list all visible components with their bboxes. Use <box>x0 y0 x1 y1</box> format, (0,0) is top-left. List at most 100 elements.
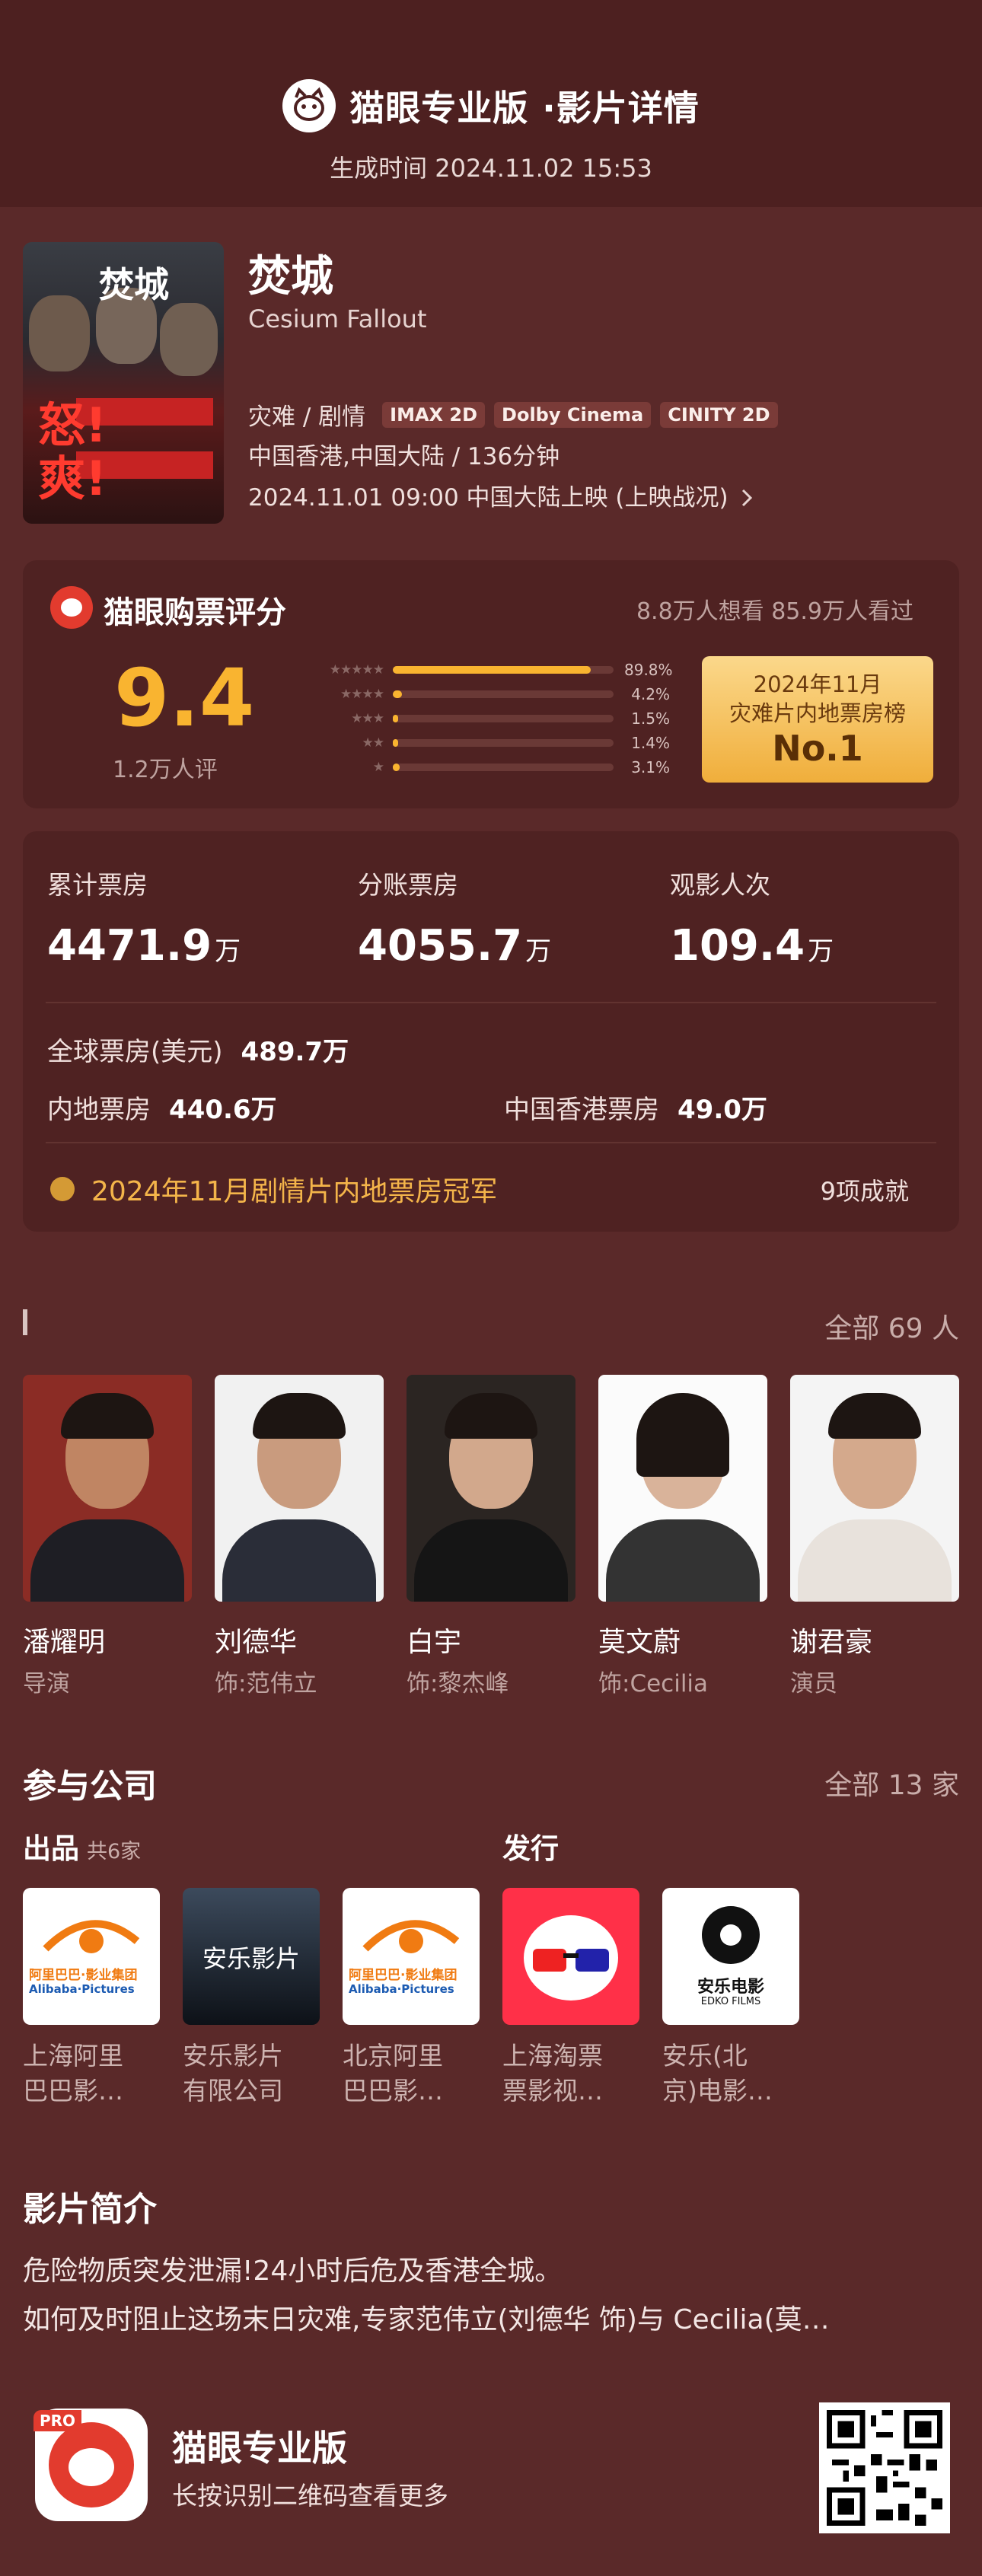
movie-poster[interactable]: 焚城 怒! 爽! <box>23 242 224 524</box>
produce-title: 出品 <box>23 1832 79 1865</box>
split-label: 分账票房 <box>358 870 458 900</box>
cast-member[interactable]: 白宇 饰:黎杰峰 <box>407 1375 575 1698</box>
cast-list: 潘耀明 导演 刘德华 饰:范伟立 白宇 饰:黎杰峰 莫文蔚 饰:Cecilia … <box>23 1375 959 1698</box>
produce-count: 共6家 <box>87 1840 142 1863</box>
release-text: 2024.11.01 09:00 中国大陆上映 (上映战况) <box>248 484 729 512</box>
rating-row: ★ 3.1% <box>314 755 709 779</box>
chevron-right-icon <box>742 489 753 507</box>
cast-role: 饰:Cecilia <box>598 1670 709 1698</box>
logo-text: 安乐电影 <box>697 1978 764 1997</box>
divider <box>46 1142 936 1143</box>
company-name: 安乐(北 京)电影… <box>662 2041 773 2106</box>
global-boxoffice: 全球票房(美元) 489.7万 <box>47 1031 349 1068</box>
achievements-link[interactable]: 9项成就 <box>821 1172 909 1207</box>
logo-subtext: EDKO FILMS <box>700 1996 761 2007</box>
companies-more-link[interactable]: 全部 13 家 <box>824 1763 959 1803</box>
company-item[interactable]: 阿里巴巴·影业集团 Alibaba·Pictures 上海阿里 巴巴影… <box>23 1888 160 2109</box>
rating-row: ★★★★★ 89.8% <box>314 658 709 682</box>
movie-english-title: Cesium Fallout <box>248 304 427 333</box>
global-value: 489.7万 <box>241 1037 349 1067</box>
movie-genre: 灾难 / 剧情 <box>248 403 366 431</box>
company-item[interactable]: 阿里巴巴·影业集团 Alibaba·Pictures 北京阿里 巴巴影… <box>343 1888 480 2109</box>
cast-name: 潘耀明 <box>23 1627 106 1658</box>
page-header: 猫眼专业版 ·影片详情 生成时间 2024.11.02 15:53 <box>0 0 982 207</box>
champion-title[interactable]: 2024年11月剧情片内地票房冠军 <box>91 1169 497 1209</box>
logo-subtext: Alibaba·Pictures <box>349 1982 454 1996</box>
cast-name: 谢君豪 <box>790 1627 873 1658</box>
cast-photo <box>790 1375 959 1602</box>
admissions: 观影人次 109.4 万 <box>670 865 834 971</box>
rating-percent: 4.2% <box>631 685 670 703</box>
global-label: 全球票房(美元) <box>47 1037 223 1067</box>
cast-photo <box>215 1375 384 1602</box>
movie-title: 焚城 <box>248 252 333 301</box>
rating-percent: 1.4% <box>631 734 670 752</box>
cast-member[interactable]: 潘耀明 导演 <box>23 1375 192 1698</box>
rating-stats: 8.8万人想看 85.9万人看过 <box>636 598 913 625</box>
genre-row: 灾难 / 剧情 IMAX 2D Dolby Cinema CINITY 2D <box>248 397 778 432</box>
page-title: ·影片详情 <box>542 88 700 129</box>
rating-percent: 3.1% <box>631 758 670 776</box>
cast-more-link[interactable]: 全部 69 人 <box>824 1306 959 1346</box>
rating-title: 猫眼购票评分 <box>104 595 286 630</box>
rank-badge[interactable]: 2024年11月 灾难片内地票房榜 No.1 <box>702 656 933 783</box>
rank-period: 2024年11月 <box>753 671 882 697</box>
cast-member[interactable]: 谢君豪 演员 <box>790 1375 959 1698</box>
rating-row: ★★ 1.4% <box>314 731 709 755</box>
rating-bar <box>393 715 614 722</box>
cast-member[interactable]: 莫文蔚 饰:Cecilia <box>598 1375 767 1698</box>
mainland-label: 内地票房 <box>47 1095 151 1125</box>
cast-member[interactable]: 刘德华 饰:范伟立 <box>215 1375 384 1698</box>
cast-name: 莫文蔚 <box>598 1627 681 1658</box>
rating-bar-fill <box>393 666 591 674</box>
company-name: 上海淘票 票影视… <box>502 2041 603 2106</box>
mainland-boxoffice: 内地票房 440.6万 <box>47 1089 277 1126</box>
distribute-label: 发行 <box>502 1832 559 1865</box>
admissions-value: 109.4 <box>670 921 805 971</box>
rating-row: ★★★ 1.5% <box>314 706 709 731</box>
boxoffice-card: 累计票房 4471.9 万 分账票房 4055.7 万 观影人次 109.4 万 全球… <box>23 831 959 1232</box>
cast-role: 饰:黎杰峰 <box>407 1670 509 1698</box>
star-rating-icon: ★★★ <box>351 711 384 726</box>
qr-code-icon[interactable] <box>819 2402 950 2533</box>
logo-text: 安乐影片 <box>202 1944 300 1973</box>
star-rating-icon: ★ <box>372 760 384 775</box>
unit: 万 <box>808 936 834 967</box>
cumulative-value: 4471.9 <box>47 921 212 971</box>
star-rating-icon: ★★ <box>362 735 384 751</box>
pro-badge: PRO <box>33 2410 82 2431</box>
hk-boxoffice: 中国香港票房 49.0万 <box>504 1089 767 1126</box>
logo-subtext: Alibaba·Pictures <box>29 1982 135 1996</box>
app-icon: PRO <box>33 2409 148 2521</box>
company-name: 上海阿里 巴巴影… <box>23 2041 123 2106</box>
poster-slogan: 爽! <box>38 451 107 506</box>
company-item[interactable]: 安乐影片 安乐影片 有限公司 <box>183 1888 320 2109</box>
company-item[interactable]: 上海淘票 票影视… <box>502 1888 639 2109</box>
brand-row: 猫眼专业版 ·影片详情 <box>0 79 982 132</box>
cast-name: 白宇 <box>407 1627 462 1658</box>
divider <box>46 1002 936 1003</box>
region-duration: 中国香港,中国大陆 / 136分钟 <box>248 443 560 470</box>
cast-photo <box>598 1375 767 1602</box>
split-value: 4055.7 <box>358 921 523 971</box>
company-item[interactable]: 安乐电影 EDKO FILMS 安乐(北 京)电影… <box>662 1888 799 2109</box>
release-info-link[interactable]: 2024.11.01 09:00 中国大陆上映 (上映战况) <box>248 478 754 512</box>
synopsis-line: 危险物质突发泄漏!24小时后危及香港全城。 <box>23 2256 563 2287</box>
star-rating-icon: ★★★★★ <box>329 662 384 677</box>
admissions-label: 观影人次 <box>670 870 770 900</box>
star-rating-icon: ★★★★ <box>340 687 384 702</box>
synopsis-line[interactable]: 如何及时阻止这场末日灾难,专家范伟立(刘德华 饰)与 Cecilia(莫… <box>23 2297 830 2337</box>
produce-label: 出品 共6家 <box>23 1825 141 1867</box>
maoyan-logo-icon <box>282 79 336 132</box>
companies-title: 参与公司 <box>23 1767 157 1806</box>
rating-card[interactable]: 猫眼购票评分 8.8万人想看 85.9万人看过 9.4 1.2万人评 ★★★★★… <box>23 560 959 808</box>
cast-role: 演员 <box>790 1670 837 1698</box>
edko-film-logo-icon: 安乐电影 EDKO FILMS <box>662 1888 799 2025</box>
rating-bar-fill <box>393 715 399 722</box>
company-name: 北京阿里 巴巴影… <box>343 2041 443 2106</box>
hk-value: 49.0万 <box>678 1095 767 1125</box>
edko-films-logo-icon: 安乐影片 <box>183 1888 320 2025</box>
rank-category: 灾难片内地票房榜 <box>729 700 906 726</box>
cast-photo <box>23 1375 192 1602</box>
rating-row: ★★★★ 4.2% <box>314 682 709 706</box>
